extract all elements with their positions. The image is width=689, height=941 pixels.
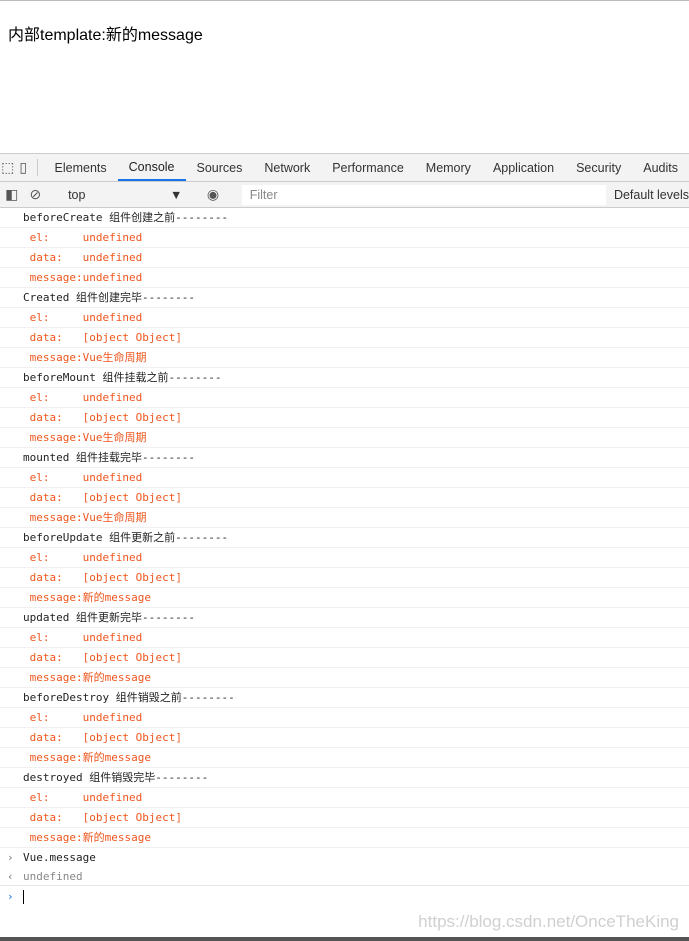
filter-input[interactable]: Filter [241,184,606,205]
device-toolbar-icon[interactable]: ▯ [15,154,30,181]
console-message: mounted 组件挂载完毕-------- [0,448,689,468]
bottom-border [0,937,689,941]
console-message: beforeDestroy 组件销毁之前-------- [0,688,689,708]
clear-console-icon[interactable]: ⊘ [24,186,48,203]
console-message: el: undefined [0,468,689,488]
sidebar-toggle-icon[interactable]: ◧ [0,186,24,203]
console-input[interactable]: › [0,886,689,908]
console-message: el: undefined [0,308,689,328]
tab-elements[interactable]: Elements [44,154,118,181]
inspect-element-icon[interactable]: ⬚ [0,154,15,181]
eye-icon[interactable]: ◉ [201,186,225,203]
page-content-text: 内部template:新的message [8,27,203,44]
console-message: message:新的message [0,748,689,768]
console-message: beforeMount 组件挂载之前-------- [0,368,689,388]
console-result: ‹ undefined [0,867,689,886]
console-message: el: undefined [0,388,689,408]
console-command: › Vue.message [0,848,689,867]
console-message: updated 组件更新完毕-------- [0,608,689,628]
divider [36,159,38,176]
console-message: Created 组件创建完毕-------- [0,288,689,308]
tab-network[interactable]: Network [253,154,321,181]
prompt-chevron-icon: › [7,890,14,903]
tab-memory[interactable]: Memory [415,154,482,181]
watermark: https://blog.csdn.net/OnceTheKing [418,912,679,931]
browser-top-border [0,0,689,3]
console-message: message:Vue生命周期 [0,508,689,528]
console-message: message:新的message [0,588,689,608]
tab-performance[interactable]: Performance [321,154,415,181]
console-message: el: undefined [0,228,689,248]
console-messages: beforeCreate 组件创建之前-------- el: undefine… [0,208,689,848]
console-message: message:Vue生命周期 [0,428,689,448]
console-message: el: undefined [0,708,689,728]
console-message: data: undefined [0,248,689,268]
console-message: el: undefined [0,628,689,648]
console-message: beforeCreate 组件创建之前-------- [0,208,689,228]
text-caret [23,890,24,904]
context-select[interactable]: top ▼ [60,188,188,202]
console-message: data: [object Object] [0,808,689,828]
tab-application[interactable]: Application [482,154,565,181]
console-toolbar: ◧ ⊘ top ▼ ◉ Filter Default levels [0,182,689,208]
chevron-right-icon: › [7,851,14,864]
console-message: message:新的message [0,668,689,688]
tab-audits[interactable]: Audits [632,154,689,181]
console-message: data: [object Object] [0,728,689,748]
devtools-panel: ⬚ ▯ Elements Console Sources Network Perform… [0,153,689,941]
log-levels-dropdown[interactable]: Default levels [614,188,689,202]
command-text: Vue.message [23,851,96,864]
result-text: undefined [23,870,83,883]
dropdown-arrow-icon: ▼ [169,187,183,202]
console-message: data: [object Object] [0,648,689,668]
console-message: destroyed 组件销毁完毕-------- [0,768,689,788]
console-message: beforeUpdate 组件更新之前-------- [0,528,689,548]
tab-console[interactable]: Console [117,154,186,181]
console-message: data: [object Object] [0,568,689,588]
console-message: message:新的message [0,828,689,848]
console-message: el: undefined [0,788,689,808]
tab-security[interactable]: Security [565,154,632,181]
console-message: message:undefined [0,268,689,288]
console-message: data: [object Object] [0,488,689,508]
devtools-tabbar: ⬚ ▯ Elements Console Sources Network Perform… [0,154,689,182]
console-message: el: undefined [0,548,689,568]
console-message: data: [object Object] [0,408,689,428]
arrow-left-icon: ‹ [7,870,14,883]
console-message: data: [object Object] [0,328,689,348]
console-message: message:Vue生命周期 [0,348,689,368]
tab-sources[interactable]: Sources [186,154,254,181]
context-value: top [68,187,86,202]
